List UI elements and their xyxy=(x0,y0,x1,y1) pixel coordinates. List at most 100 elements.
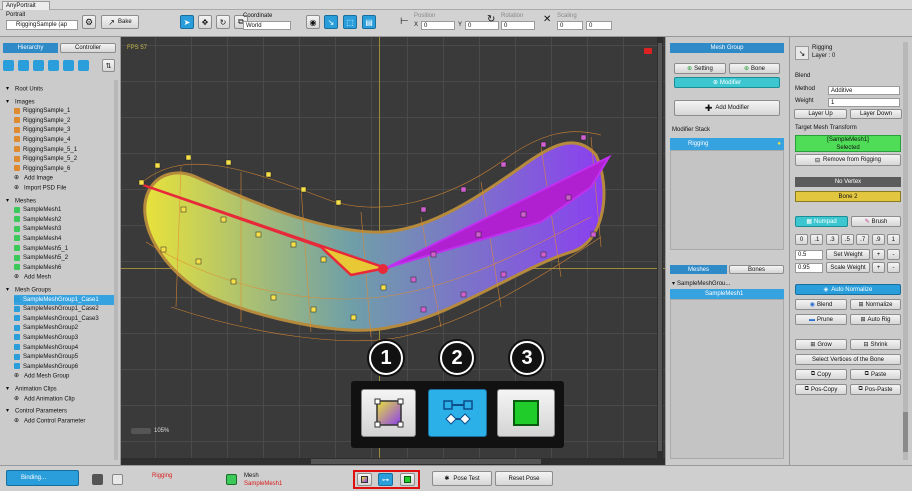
grow-button[interactable]: ⊞ Grow xyxy=(795,339,847,350)
filter-image-icon[interactable] xyxy=(18,60,29,71)
tree-mesh-item[interactable]: SampleMesh5_2 xyxy=(14,253,114,263)
blend-button[interactable]: ◉ Blend xyxy=(795,299,847,310)
tree-mesh-group-item[interactable]: SampleMeshGroup3 xyxy=(14,333,114,343)
tree-image-item[interactable]: RiggingSample_3 xyxy=(14,125,114,135)
scaling-y-field[interactable]: 0 xyxy=(586,21,612,30)
tab-bones[interactable]: Bones xyxy=(729,265,784,274)
bake-button[interactable]: ↗ Bake xyxy=(101,15,139,29)
rotate-tool-button[interactable]: ↻ xyxy=(216,15,230,29)
settings-button[interactable]: ⚙ xyxy=(82,15,96,29)
lightbulb-icon[interactable]: ● xyxy=(777,138,781,150)
numpad-value-button[interactable]: 1 xyxy=(886,234,900,245)
tree-mesh-item[interactable]: SampleMesh5_1 xyxy=(14,244,114,254)
tree-mesh-item[interactable]: SampleMesh2 xyxy=(14,215,114,225)
tab-hierarchy[interactable]: Hierarchy xyxy=(3,43,58,53)
rotation-field[interactable]: 0 xyxy=(501,21,535,30)
add-animation-button[interactable]: ⊕ Add Animation Clip xyxy=(14,394,114,404)
set-weight-plus[interactable]: + xyxy=(872,249,885,260)
set-weight-value[interactable]: 0.5 xyxy=(795,250,823,260)
tree-mesh-item[interactable]: SampleMesh1 xyxy=(14,205,114,215)
position-x-field[interactable]: 0 xyxy=(421,21,455,30)
lock-icon[interactable] xyxy=(92,474,103,485)
tree-mesh-group-item[interactable]: SampleMeshGroup1_Case1 xyxy=(14,294,114,305)
horizontal-scrollbar[interactable] xyxy=(121,458,665,465)
filter-anim-icon[interactable] xyxy=(63,60,74,71)
pos-paste-button[interactable]: ⧉ Pos-Paste xyxy=(850,384,901,395)
tree-header-mesh-groups[interactable]: ▾ Mesh Groups xyxy=(6,285,114,295)
brush-button[interactable]: ✎ Brush xyxy=(851,216,901,227)
filter-group-icon[interactable] xyxy=(48,60,59,71)
tree-image-item[interactable]: RiggingSample_1 xyxy=(14,106,114,116)
sort-button[interactable]: ⇅ xyxy=(102,59,115,72)
zoom-button-3[interactable] xyxy=(497,389,555,437)
tree-image-item[interactable]: RiggingSample_4 xyxy=(14,135,114,145)
inspector-scrollbar[interactable] xyxy=(903,42,908,460)
coordinate-select[interactable]: World xyxy=(243,21,291,30)
add-mesh-button[interactable]: ⊕ Add Mesh xyxy=(14,272,114,282)
numpad-button[interactable]: ▦ Numpad xyxy=(795,216,848,227)
tree-mesh-group-item[interactable]: SampleMeshGroup5 xyxy=(14,352,114,362)
tree-image-item[interactable]: RiggingSample_5_2 xyxy=(14,154,114,164)
binding-button[interactable]: Binding... xyxy=(6,470,79,486)
pose-test-button[interactable]: ✱ Pose Test xyxy=(432,471,492,486)
method-select[interactable]: Additive xyxy=(828,86,900,95)
tab-meshes[interactable]: Meshes xyxy=(670,265,727,274)
numpad-value-button[interactable]: .7 xyxy=(856,234,870,245)
numpad-value-button[interactable]: .5 xyxy=(840,234,854,245)
select-tool-button[interactable]: ➤ xyxy=(180,15,194,29)
scale-weight-button[interactable]: Scale Weight xyxy=(826,262,870,273)
filter-mesh-icon[interactable] xyxy=(33,60,44,71)
auto-rig-button[interactable]: ⊞ Auto Rig xyxy=(850,314,901,325)
tree-mesh-item[interactable]: SampleMesh6 xyxy=(14,263,114,273)
hierarchy-scrollbar[interactable] xyxy=(114,80,118,460)
vertical-scrollbar[interactable] xyxy=(657,37,663,458)
window-tab[interactable]: AnyPortrait xyxy=(2,1,50,10)
edit-mode-button-1[interactable]: ↘ xyxy=(324,15,338,29)
filter-param-icon[interactable] xyxy=(78,60,89,71)
tree-image-item[interactable]: RiggingSample_6 xyxy=(14,164,114,174)
layer-up-button[interactable]: Layer Up xyxy=(794,109,847,119)
select-bone-vertices-button[interactable]: Select Vertices of the Bone xyxy=(795,354,901,365)
tree-mesh-group[interactable]: ▾ SampleMeshGrou... xyxy=(672,279,784,289)
zoom-button-1[interactable] xyxy=(361,389,416,437)
tree-mesh-item[interactable]: SampleMesh1 xyxy=(670,289,784,299)
mode-button-1[interactable] xyxy=(357,473,372,486)
layer-down-button[interactable]: Layer Down xyxy=(850,109,902,119)
move-tool-button[interactable]: ✥ xyxy=(198,15,212,29)
numpad-value-button[interactable]: .1 xyxy=(810,234,824,245)
tree-header-images[interactable]: ▾ Images xyxy=(6,97,114,107)
portrait-select[interactable]: RiggingSample (ap xyxy=(6,20,78,30)
reset-pose-button[interactable]: Reset Pose xyxy=(495,471,553,486)
tab-controller[interactable]: Controller xyxy=(60,43,116,53)
tree-mesh-group-item[interactable]: SampleMeshGroup1_Case2 xyxy=(14,304,114,314)
add-param-button[interactable]: ⊕ Add Control Parameter xyxy=(14,416,114,426)
scale-weight-plus[interactable]: + xyxy=(872,262,885,273)
mode-button-2[interactable]: ⊶ xyxy=(378,473,393,486)
scaling-x-field[interactable]: 0 xyxy=(557,21,583,30)
tree-image-item[interactable]: RiggingSample_5_1 xyxy=(14,145,114,155)
eye-icon[interactable]: ▾ xyxy=(672,281,675,287)
set-weight-button[interactable]: Set Weight xyxy=(826,249,870,260)
tree-mesh-item[interactable]: SampleMesh4 xyxy=(14,234,114,244)
remove-rigging-button[interactable]: ⊟ Remove from Rigging xyxy=(795,154,901,166)
tree-mesh-group-item[interactable]: SampleMeshGroup4 xyxy=(14,343,114,353)
mode-button-3[interactable] xyxy=(400,473,415,486)
numpad-value-button[interactable]: 0 xyxy=(795,234,808,245)
tree-mesh-group-item[interactable]: SampleMeshGroup1_Case3 xyxy=(14,314,114,324)
tree-header-params[interactable]: ▾ Control Parameters xyxy=(6,406,114,416)
tree-mesh-group-item[interactable]: SampleMeshGroup2 xyxy=(14,323,114,333)
modifier-button[interactable]: ⊕ Modifier xyxy=(674,77,780,88)
tree-header-root[interactable]: ▾ Root Units xyxy=(6,84,114,94)
paste-button[interactable]: ⧉ Paste xyxy=(850,369,901,380)
shrink-button[interactable]: ⊟ Shrink xyxy=(850,339,901,350)
add-mesh-group-button[interactable]: ⊕ Add Mesh Group xyxy=(14,371,114,381)
scale-weight-minus[interactable]: - xyxy=(887,262,900,273)
normalize-button[interactable]: ⊞ Normalize xyxy=(850,299,901,310)
setting-button[interactable]: ⊕ Setting xyxy=(674,63,726,74)
prune-button[interactable]: ▬ Prune xyxy=(795,314,847,325)
import-psd-button[interactable]: ⊕ Import PSD File xyxy=(14,183,114,193)
tree-image-item[interactable]: RiggingSample_2 xyxy=(14,116,114,126)
add-image-button[interactable]: ⊕ Add Image xyxy=(14,173,114,183)
scale-weight-value[interactable]: 0.95 xyxy=(795,263,823,273)
tree-mesh-item[interactable]: SampleMesh3 xyxy=(14,224,114,234)
